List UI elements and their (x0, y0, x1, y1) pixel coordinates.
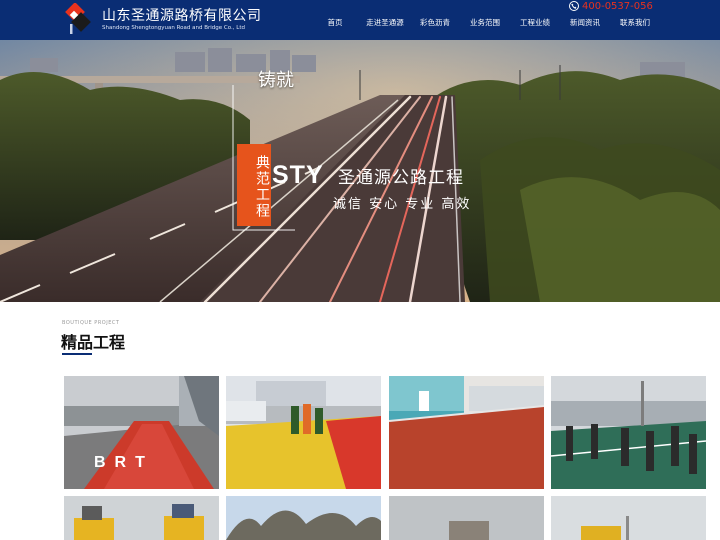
nav-business[interactable]: 业务范围 (470, 17, 500, 28)
hero-brand: STY (272, 161, 324, 189)
nav-contact[interactable]: 联系我们 (620, 17, 650, 28)
project-image (551, 376, 706, 489)
site-header: 山东圣通源路桥有限公司 Shandong Shengtongyuan Road … (0, 0, 720, 40)
project-image (226, 376, 381, 489)
project-image (551, 496, 706, 540)
project-card[interactable] (389, 496, 544, 540)
main-nav: 首页 走进圣通源 彩色沥青 业务范围 工程业绩 新闻资讯 联系我们 (0, 17, 720, 29)
hero-banner: 铸就 典范工程 STY 圣通源公路工程 诚信 安心 专业 高效 (0, 40, 720, 302)
project-card[interactable]: BRT (64, 376, 219, 489)
nav-color-asphalt[interactable]: 彩色沥青 (420, 17, 450, 28)
project-card[interactable] (389, 376, 544, 489)
project-card[interactable] (64, 496, 219, 540)
hotline: 400-0537-056 (569, 0, 653, 12)
project-card[interactable] (226, 376, 381, 489)
phone-icon (569, 1, 579, 11)
project-card[interactable] (226, 496, 381, 540)
project-image (226, 496, 381, 540)
project-card[interactable] (551, 376, 706, 489)
hero-slogan: 诚信 安心 专业 高效 (333, 197, 472, 212)
nav-about[interactable]: 走进圣通源 (366, 17, 404, 28)
section-title: 精品工程 (61, 333, 126, 352)
project-image (64, 496, 219, 540)
project-card[interactable] (551, 496, 706, 540)
hero-calligraphy-1: 铸就 (258, 70, 294, 91)
hero-title: 圣通源公路工程 (338, 168, 464, 188)
hero-seal: 典范工程 (237, 144, 271, 226)
project-grid: BRT (64, 376, 707, 540)
phone-number[interactable]: 400-0537-056 (582, 1, 653, 12)
project-image (64, 376, 219, 489)
nav-home[interactable]: 首页 (328, 17, 343, 28)
section-title-underline (62, 353, 92, 355)
project-image (389, 376, 544, 489)
project-brt-label: BRT (94, 454, 154, 471)
section-subtitle: BOUTIQUE PROJECT (62, 320, 120, 326)
nav-news[interactable]: 新闻资讯 (570, 17, 600, 28)
nav-projects[interactable]: 工程业绩 (520, 17, 550, 28)
project-image (389, 496, 544, 540)
